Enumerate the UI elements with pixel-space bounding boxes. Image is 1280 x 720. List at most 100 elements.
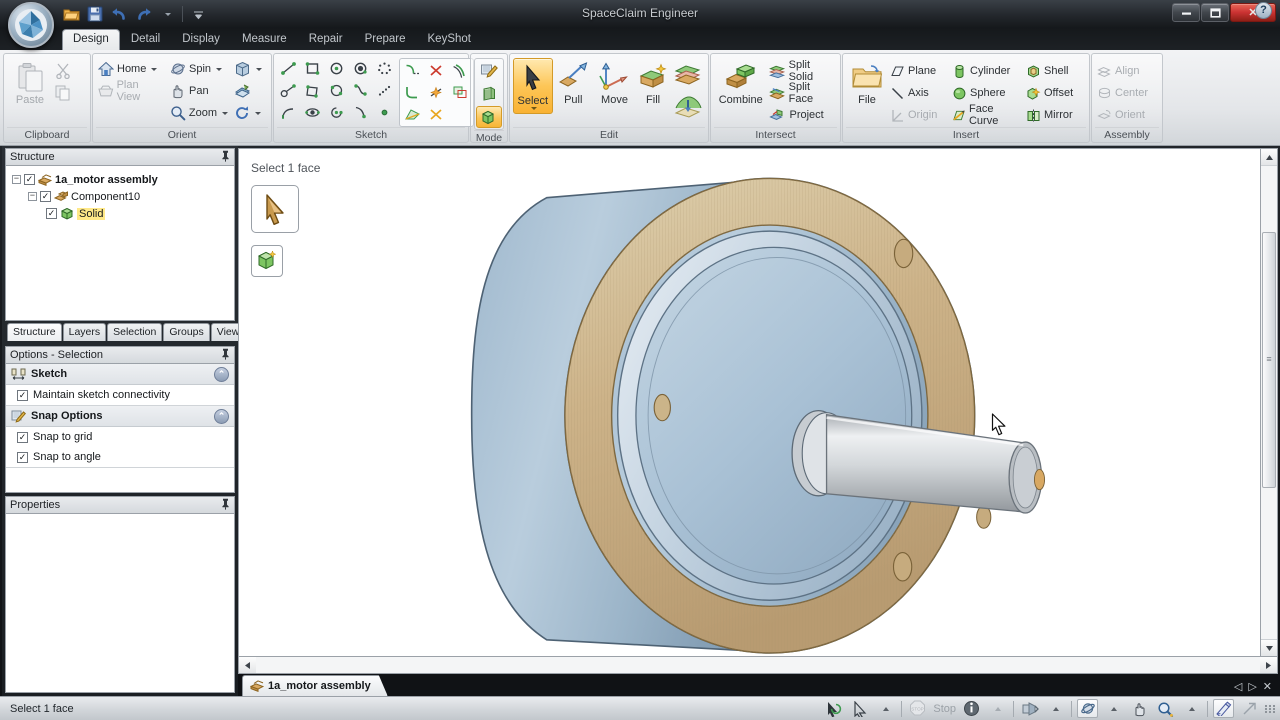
view-cube-dropdown-icon[interactable]	[256, 67, 263, 71]
point-tool-icon[interactable]	[373, 102, 396, 123]
tab-measure[interactable]: Measure	[231, 29, 298, 50]
tangent-arc-tool-icon[interactable]	[349, 102, 372, 123]
home-button[interactable]: Home	[96, 58, 166, 80]
split-curve-tool-icon[interactable]	[425, 82, 448, 103]
plan-view-button[interactable]: Plan View	[96, 79, 166, 103]
maintain-sketch-connectivity-checkbox[interactable]: ✓	[17, 389, 28, 401]
solid-tool-button[interactable]	[251, 245, 283, 277]
split-face-button[interactable]: Split Face	[767, 81, 837, 105]
select-arrow-icon[interactable]	[849, 699, 870, 718]
sketch-mode-button[interactable]	[476, 60, 502, 82]
home-dropdown-icon[interactable]	[151, 67, 158, 71]
ellipse-tool-icon[interactable]	[301, 102, 324, 123]
select-dropdown-icon[interactable]	[530, 107, 537, 110]
doc-next-button[interactable]: ▷	[1248, 680, 1256, 693]
snap-section-header[interactable]: Snap Options ⌃	[6, 406, 234, 427]
document-tab[interactable]: 1a_motor assembly	[242, 675, 388, 696]
line-tool-icon[interactable]	[277, 58, 300, 79]
panel-tab-groups[interactable]: Groups	[163, 323, 210, 341]
zoom-icon[interactable]	[1155, 699, 1176, 718]
axis-button[interactable]: Axis	[888, 82, 950, 104]
spline-tool-icon[interactable]	[349, 80, 372, 101]
snap-to-grid-checkbox[interactable]: ✓	[17, 431, 28, 443]
polygon-tool-icon[interactable]	[373, 58, 396, 79]
fill-button[interactable]: Fill	[635, 58, 671, 109]
spin-dropdown-icon[interactable]	[1103, 699, 1124, 718]
panel-tab-structure[interactable]: Structure	[7, 323, 62, 341]
tree-node-assembly[interactable]: − ✓ 1a_motor assembly	[10, 171, 230, 188]
snap-to-angle-row[interactable]: ✓ Snap to angle	[6, 447, 234, 467]
circle-tool-icon[interactable]	[325, 58, 348, 79]
tab-repair[interactable]: Repair	[298, 29, 354, 50]
corner-tool-icon[interactable]	[401, 82, 424, 103]
pull-button[interactable]: Pull	[553, 58, 594, 109]
project-to-sketch-tool-icon[interactable]	[449, 82, 472, 103]
select-back-icon[interactable]	[823, 699, 844, 718]
insert-file-button[interactable]: File	[846, 58, 888, 109]
tree-checkbox[interactable]: ✓	[24, 174, 35, 185]
properties-pin-icon[interactable]	[221, 498, 230, 513]
options-pin-icon[interactable]	[221, 348, 230, 363]
origin-button[interactable]: Origin	[888, 104, 950, 126]
tree-expander-icon[interactable]: −	[28, 192, 37, 201]
maximize-button[interactable]	[1201, 3, 1229, 22]
sphere-button[interactable]: Sphere	[950, 82, 1024, 104]
pan-button[interactable]: Pan	[168, 80, 230, 102]
shell-button[interactable]: Shell	[1024, 60, 1086, 82]
vertical-scroll-track[interactable]: ≡	[1261, 166, 1277, 639]
tab-detail[interactable]: Detail	[120, 29, 171, 50]
section-button[interactable]	[232, 80, 268, 102]
rotate-button[interactable]	[232, 102, 268, 124]
viewport-horizontal-scrollbar[interactable]	[238, 657, 1278, 674]
doc-close-button[interactable]: ✕	[1263, 680, 1272, 693]
tree-checkbox[interactable]: ✓	[46, 208, 57, 219]
select-dropdown-icon[interactable]	[875, 699, 896, 718]
view-cube-button[interactable]	[232, 58, 268, 80]
help-icon[interactable]: ?	[1255, 2, 1272, 19]
blend-button[interactable]	[671, 61, 705, 89]
offset-button[interactable]: Offset	[1024, 82, 1086, 104]
plane-button[interactable]: Plane	[888, 60, 950, 82]
scroll-left-button[interactable]	[239, 657, 256, 673]
cylinder-button[interactable]: Cylinder	[950, 60, 1024, 82]
scroll-down-button[interactable]	[1261, 639, 1277, 656]
tab-display[interactable]: Display	[171, 29, 231, 50]
viewport-vertical-scrollbar[interactable]: ≡	[1261, 148, 1278, 657]
offset-curve-tool-icon[interactable]	[449, 60, 472, 81]
select-button[interactable]: Select	[513, 58, 553, 114]
curve-tool-icon[interactable]	[277, 102, 300, 123]
app-logo-button[interactable]	[8, 2, 54, 48]
sketch-status-icon[interactable]	[1213, 699, 1234, 718]
rectangle-tool-icon[interactable]	[301, 58, 324, 79]
shell-edit-button[interactable]	[671, 93, 705, 121]
info-icon[interactable]	[961, 699, 982, 718]
split-solid-button[interactable]: Split Solid	[767, 59, 837, 83]
panel-tab-selection[interactable]: Selection	[107, 323, 163, 341]
zoom-dropdown-icon[interactable]	[222, 111, 229, 115]
pan-icon[interactable]	[1129, 699, 1150, 718]
section-mode-button[interactable]	[476, 83, 502, 105]
spin-dropdown-icon[interactable]	[216, 67, 223, 71]
combine-button[interactable]: Combine	[714, 58, 767, 109]
plane-edit-tool-icon[interactable]	[401, 104, 424, 125]
move-button[interactable]: Move	[594, 58, 635, 109]
trim-tool-icon[interactable]	[425, 60, 448, 81]
view-mode-icon[interactable]	[1019, 699, 1040, 718]
maintain-sketch-connectivity-row[interactable]: ✓ Maintain sketch connectivity	[6, 385, 234, 405]
rect-corner-tool-icon[interactable]	[301, 80, 324, 101]
doc-prev-button[interactable]: ◁	[1234, 680, 1242, 693]
spin-icon[interactable]	[1077, 699, 1098, 718]
tab-prepare[interactable]: Prepare	[354, 29, 417, 50]
spin-button[interactable]: Spin	[168, 58, 230, 80]
tree-node-component[interactable]: − ✓ Component10	[10, 188, 230, 205]
solid-mode-button[interactable]	[476, 106, 502, 128]
circle-center-tool-icon[interactable]	[349, 58, 372, 79]
sketch-section-collapse-icon[interactable]: ⌃	[214, 366, 229, 382]
arc-sweep-tool-icon[interactable]	[325, 102, 348, 123]
arc-tool-icon[interactable]	[325, 80, 348, 101]
project-button[interactable]: Project	[767, 104, 837, 126]
horizontal-scroll-track[interactable]	[256, 657, 1260, 673]
tree-checkbox[interactable]: ✓	[40, 191, 51, 202]
paste-button[interactable]: Paste	[7, 58, 53, 109]
cut-button[interactable]	[53, 60, 73, 82]
